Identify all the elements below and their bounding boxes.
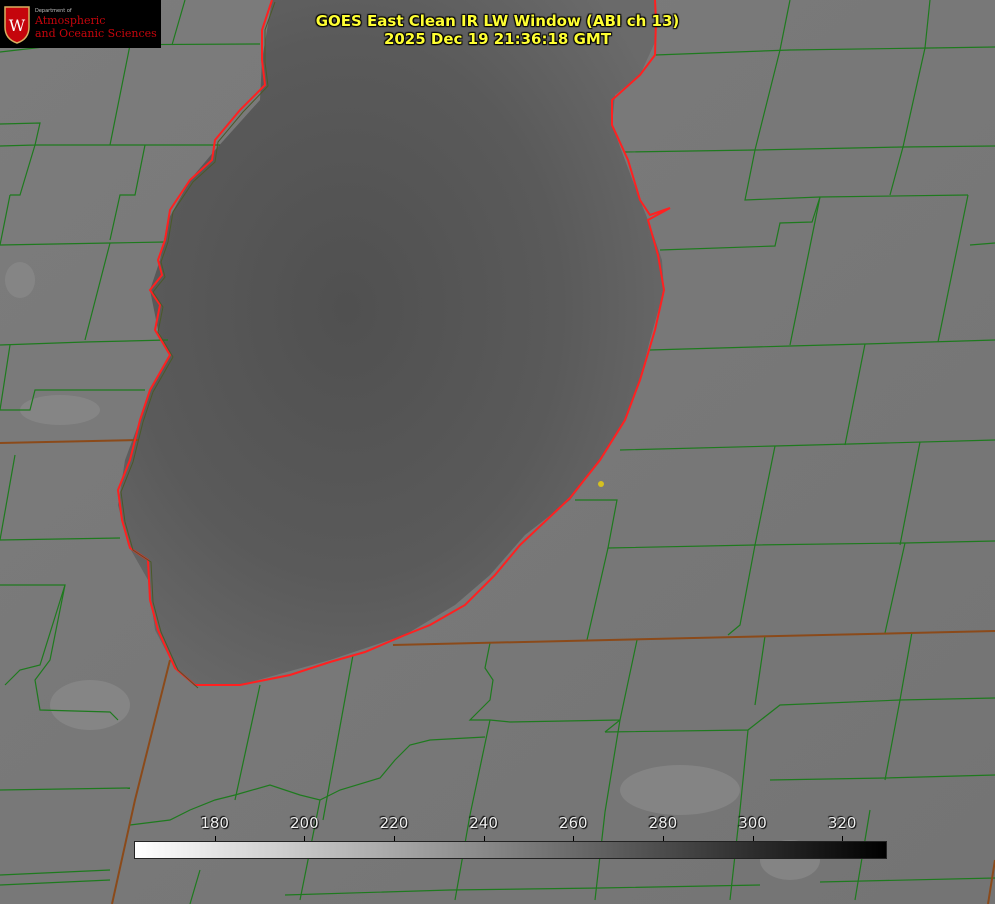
satellite-map <box>0 0 995 904</box>
colorbar-tick-label: 300 <box>738 814 767 832</box>
logo-line-2: and Oceanic Sciences <box>35 27 157 40</box>
colorbar-tick-label: 240 <box>469 814 498 832</box>
title-timestamp: 2025 Dec 19 21:36:18 GMT <box>383 30 612 48</box>
title-product: GOES East Clean IR LW Window (ABI ch 13) <box>315 12 680 30</box>
colorbar-tick-label: 200 <box>289 814 319 832</box>
location-marker <box>598 481 604 487</box>
colorbar-tick-label: 260 <box>558 814 588 832</box>
seal-letter: W <box>9 16 26 35</box>
aos-logo: W Department of Atmospheric and Oceanic … <box>0 0 161 48</box>
colorbar-tick-label: 320 <box>827 814 857 832</box>
colorbar-tick-label: 180 <box>200 814 229 832</box>
colorbar-tick-label: 280 <box>648 814 678 832</box>
image-title: GOES East Clean IR LW Window (ABI ch 13)… <box>300 12 695 48</box>
logo-line-1: Atmospheric <box>35 14 106 27</box>
colorbar-tick-label: 220 <box>379 814 409 832</box>
uw-seal-icon: W <box>4 6 30 44</box>
colorbar <box>134 841 887 859</box>
